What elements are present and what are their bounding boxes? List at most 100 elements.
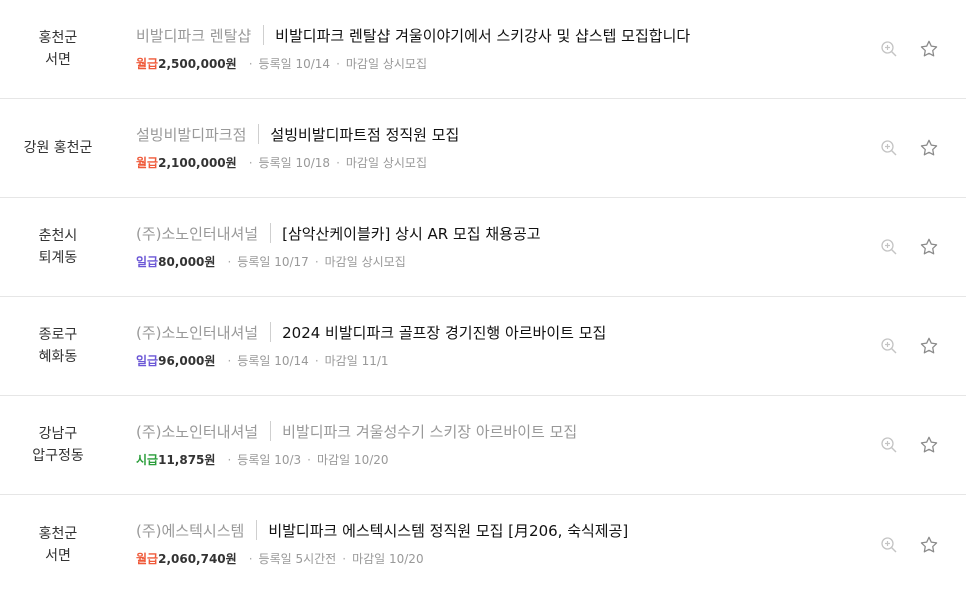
row-actions bbox=[878, 0, 940, 98]
pay-amount: 2,500,000원 bbox=[158, 57, 237, 71]
separator-dot: · bbox=[227, 255, 232, 269]
location-line: 서면 bbox=[45, 52, 71, 68]
separator-dot: · bbox=[227, 354, 232, 368]
divider bbox=[270, 322, 272, 342]
pay-amount: 96,000원 bbox=[158, 354, 216, 368]
location-line: 춘천시 bbox=[38, 228, 78, 244]
row-actions bbox=[878, 396, 940, 494]
listing-meta: 일급96,000원 · 등록일 10/14 · 마감일 11/1 bbox=[136, 352, 856, 369]
job-title-link[interactable]: 비발디파크 겨울성수기 스키장 아르바이트 모집 bbox=[282, 421, 577, 442]
registered-date: 등록일 10/14 bbox=[237, 354, 309, 368]
divider bbox=[256, 520, 258, 540]
row-actions bbox=[878, 495, 940, 594]
star-icon[interactable] bbox=[918, 335, 940, 357]
location-line: 종로구 bbox=[38, 327, 78, 343]
title-line: 설빙비발디파크점 설빙비발디파트점 정직원 모집 bbox=[136, 121, 856, 147]
pay-amount: 2,100,000원 bbox=[158, 156, 237, 170]
listing-content: (주)소노인터내셔널 2024 비발디파크 골프장 경기진행 아르바이트 모집일급… bbox=[136, 319, 856, 369]
title-line: 비발디파크 렌탈샵 비발디파크 렌탈샵 겨울이야기에서 스키강사 및 샵스텝 모집… bbox=[136, 22, 856, 48]
deadline: 마감일 상시모집 bbox=[345, 156, 427, 170]
title-line: (주)에스텍시스템 비발디파크 에스텍시스템 정직원 모집 [月206, 숙식제공… bbox=[136, 517, 856, 543]
separator-dot: · bbox=[314, 354, 319, 368]
deadline: 마감일 상시모집 bbox=[345, 57, 427, 71]
star-icon[interactable] bbox=[918, 534, 940, 556]
listing-meta: 일급80,000원 · 등록일 10/17 · 마감일 상시모집 bbox=[136, 253, 856, 270]
listing-content: (주)소노인터내셔널 비발디파크 겨울성수기 스키장 아르바이트 모집시급11,8… bbox=[136, 418, 856, 468]
job-title-link[interactable]: [삼악산케이블카] 상시 AR 모집 채용공고 bbox=[282, 223, 540, 244]
company-name[interactable]: 설빙비발디파크점 bbox=[136, 124, 246, 145]
job-list: 홍천군 서면 비발디파크 렌탈샵 비발디파크 렌탈샵 겨울이야기에서 스키강사 및 샵… bbox=[0, 0, 966, 594]
job-listing-row[interactable]: 홍천군서면 (주)에스텍시스템 비발디파크 에스텍시스템 정직원 모집 [月206,… bbox=[0, 495, 966, 594]
listing-content: 설빙비발디파크점 설빙비발디파트점 정직원 모집월급2,100,000원 · 등록일 … bbox=[136, 121, 856, 171]
company-name[interactable]: (주)에스텍시스템 bbox=[136, 520, 244, 541]
location-line: 홍천군 bbox=[38, 525, 78, 542]
location-line: 퇴계동 bbox=[38, 250, 78, 266]
location-line: 혜화동 bbox=[38, 349, 78, 365]
job-listing-row[interactable]: 강원 홍천군 설빙비발디파크점 설빙비발디파트점 정직원 모집월급2,100,000… bbox=[0, 99, 966, 198]
listing-meta: 월급2,100,000원 · 등록일 10/18 · 마감일 상시모집 bbox=[136, 154, 856, 171]
pay-amount: 11,875원 bbox=[158, 453, 216, 467]
location: 강원 홍천군 bbox=[0, 99, 116, 197]
separator-dot: · bbox=[248, 57, 253, 71]
deadline: 마감일 10/20 bbox=[317, 453, 389, 467]
pay-type: 시급 bbox=[136, 453, 159, 467]
location: 종로구혜화동 bbox=[0, 297, 116, 395]
row-actions bbox=[878, 198, 940, 296]
pay-type: 일급 bbox=[136, 354, 159, 368]
company-name[interactable]: (주)소노인터내셔널 bbox=[136, 322, 258, 343]
zoom-in-icon[interactable] bbox=[878, 236, 900, 258]
job-listing-row[interactable]: 종로구혜화동 (주)소노인터내셔널 2024 비발디파크 골프장 경기진행 아르바이… bbox=[0, 297, 966, 396]
location-line: 강남구 bbox=[38, 426, 78, 442]
title-line: (주)소노인터내셔널 [삼악산케이블카] 상시 AR 모집 채용공고 bbox=[136, 220, 856, 246]
zoom-in-icon[interactable] bbox=[878, 38, 900, 60]
listing-meta: 월급2,060,740원 · 등록일 5시간전 · 마감일 10/20 bbox=[136, 550, 856, 567]
listing-meta: 시급11,875원 · 등록일 10/3 · 마감일 10/20 bbox=[136, 451, 856, 468]
star-icon[interactable] bbox=[918, 434, 940, 456]
registered-date: 등록일 10/14 bbox=[258, 57, 331, 71]
zoom-in-icon[interactable] bbox=[878, 434, 900, 456]
location-line: 서면 bbox=[45, 547, 71, 564]
zoom-in-icon[interactable] bbox=[878, 335, 900, 357]
listing-meta: 월급2,500,000원 · 등록일 10/14 · 마감일 상시모집 bbox=[136, 55, 856, 72]
registered-date: 등록일 5시간전 bbox=[258, 552, 337, 566]
job-title-link[interactable]: 비발디파크 에스텍시스템 정직원 모집 [月206, 숙식제공] bbox=[268, 520, 628, 541]
listing-content: (주)에스텍시스템 비발디파크 에스텍시스템 정직원 모집 [月206, 숙식제공… bbox=[136, 517, 856, 567]
company-name[interactable]: 비발디파크 렌탈샵 bbox=[136, 25, 251, 46]
separator-dot: · bbox=[342, 552, 347, 566]
company-name[interactable]: (주)소노인터내셔널 bbox=[136, 421, 258, 442]
divider bbox=[263, 25, 265, 45]
zoom-in-icon[interactable] bbox=[878, 534, 900, 556]
separator-dot: · bbox=[227, 453, 232, 467]
location-line: 압구정동 bbox=[32, 448, 84, 464]
zoom-in-icon[interactable] bbox=[878, 137, 900, 159]
location: 홍천군 서면 bbox=[0, 0, 116, 98]
star-icon[interactable] bbox=[918, 38, 940, 60]
row-actions bbox=[878, 297, 940, 395]
job-title-link[interactable]: 비발디파크 렌탈샵 겨울이야기에서 스키강사 및 샵스텝 모집합니다 bbox=[275, 25, 690, 46]
row-actions bbox=[878, 99, 940, 197]
separator-dot: · bbox=[336, 156, 340, 170]
pay-amount: 80,000원 bbox=[158, 255, 216, 269]
title-line: (주)소노인터내셔널 비발디파크 겨울성수기 스키장 아르바이트 모집 bbox=[136, 418, 856, 444]
location: 홍천군서면 bbox=[0, 495, 116, 594]
divider bbox=[270, 223, 272, 243]
registered-date: 등록일 10/18 bbox=[258, 156, 331, 170]
separator-dot: · bbox=[248, 552, 253, 566]
divider bbox=[258, 124, 260, 144]
registered-date: 등록일 10/3 bbox=[237, 453, 302, 467]
pay-type: 월급 bbox=[136, 156, 159, 170]
pay-type: 일급 bbox=[136, 255, 159, 269]
pay-type: 월급 bbox=[136, 57, 159, 71]
deadline: 마감일 상시모집 bbox=[324, 255, 406, 269]
job-listing-row[interactable]: 강남구압구정동 (주)소노인터내셔널 비발디파크 겨울성수기 스키장 아르바이트 모… bbox=[0, 396, 966, 495]
pay-type: 월급 bbox=[136, 552, 159, 566]
job-listing-row[interactable]: 춘천시퇴계동 (주)소노인터내셔널 [삼악산케이블카] 상시 AR 모집 채용공고일… bbox=[0, 198, 966, 297]
job-listing-row[interactable]: 홍천군 서면 비발디파크 렌탈샵 비발디파크 렌탈샵 겨울이야기에서 스키강사 및 샵… bbox=[0, 0, 966, 99]
job-title-link[interactable]: 2024 비발디파크 골프장 경기진행 아르바이트 모집 bbox=[282, 322, 606, 343]
company-name[interactable]: (주)소노인터내셔널 bbox=[136, 223, 258, 244]
location: 춘천시퇴계동 bbox=[0, 198, 116, 296]
star-icon[interactable] bbox=[918, 236, 940, 258]
star-icon[interactable] bbox=[918, 137, 940, 159]
separator-dot: · bbox=[314, 255, 319, 269]
job-title-link[interactable]: 설빙비발디파트점 정직원 모집 bbox=[270, 124, 459, 145]
